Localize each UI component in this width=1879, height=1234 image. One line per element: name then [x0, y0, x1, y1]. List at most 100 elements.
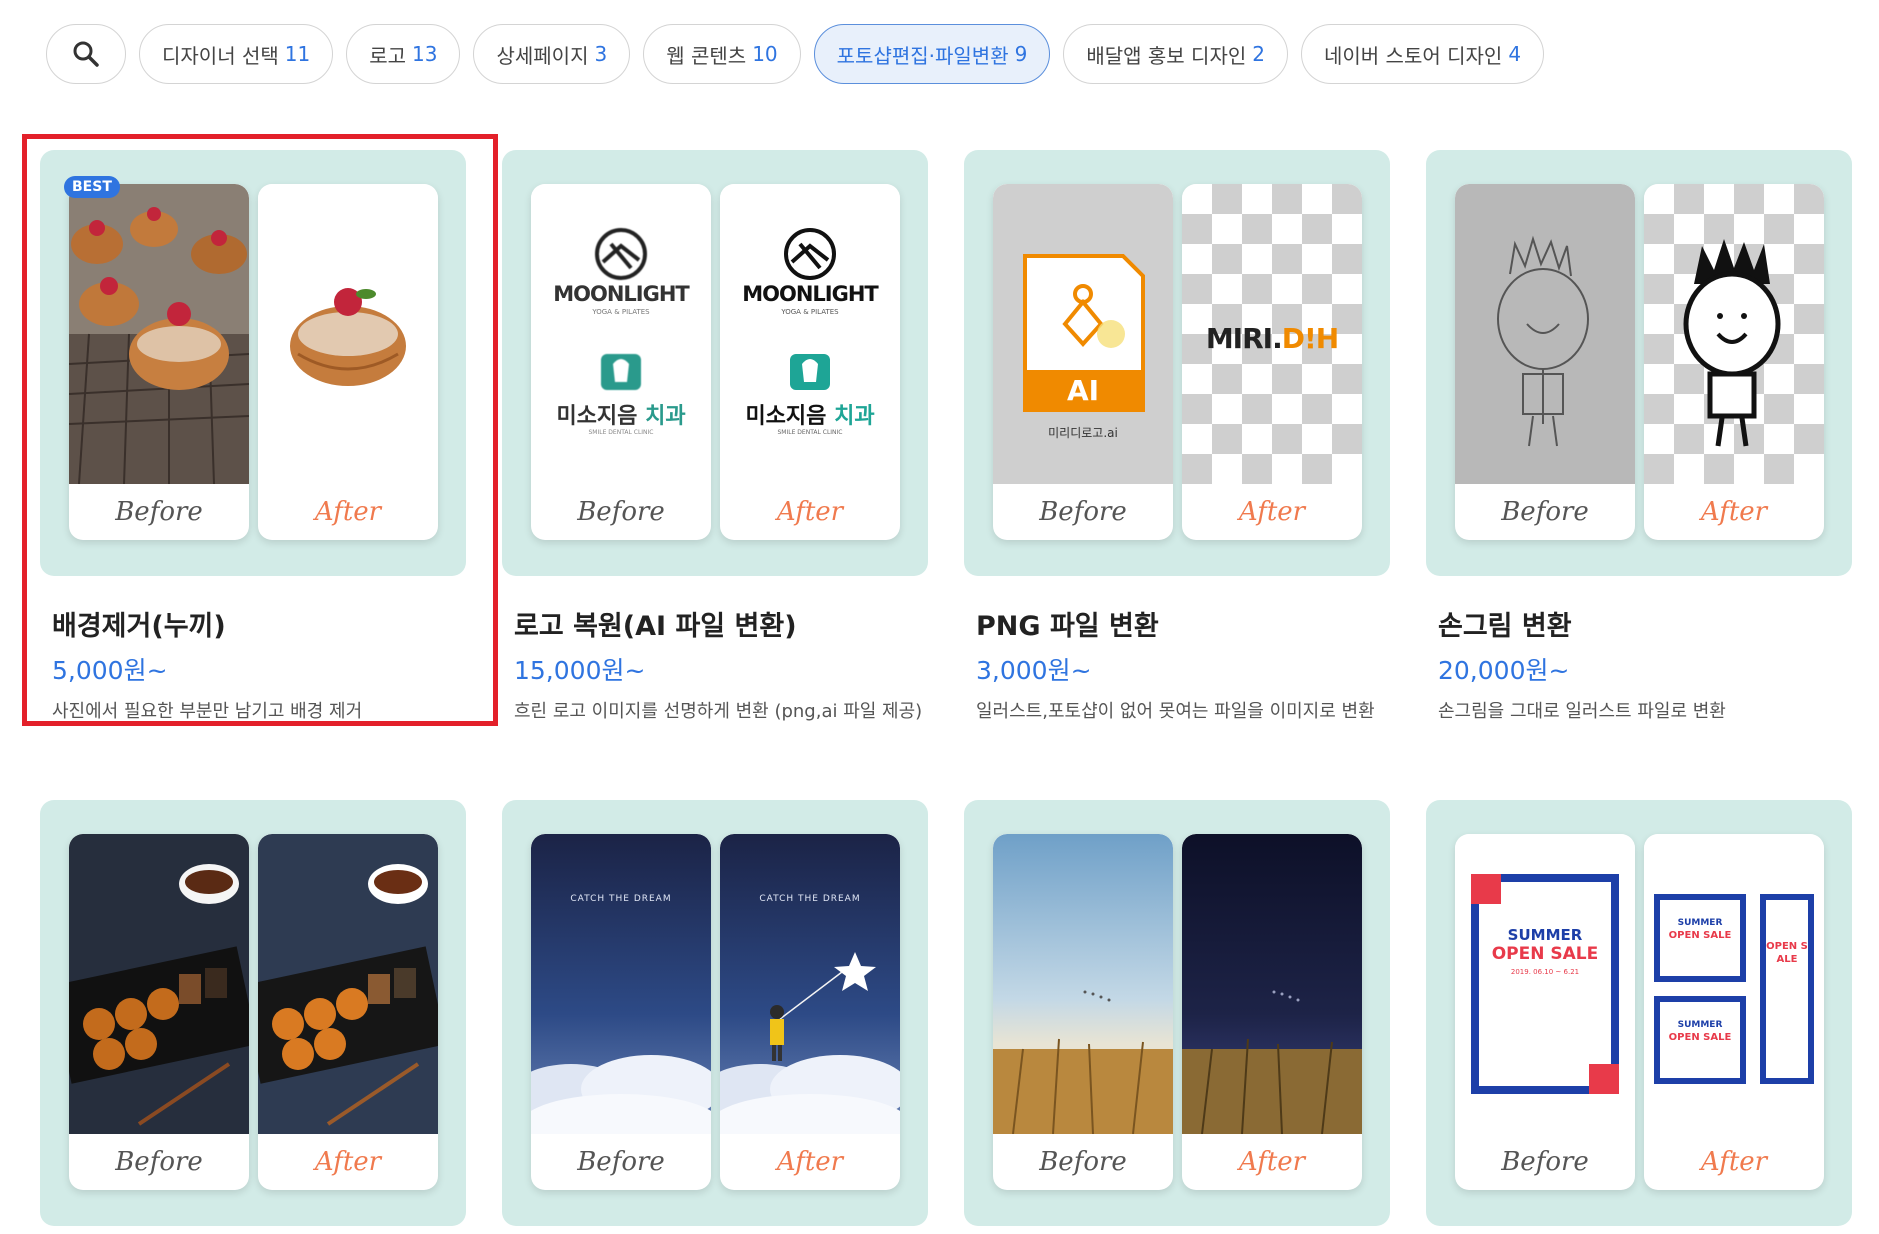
- after-panel: SUMMER OPEN SALE SUMMER OPEN SALE OPEN S…: [1644, 834, 1824, 1190]
- product-thumbnail: MOONLIGHT YOGA & PILATES 미소지음 치과 SMILE D…: [502, 150, 928, 576]
- after-label: After: [1238, 497, 1306, 527]
- after-label: After: [776, 1147, 844, 1177]
- product-price: 15,000원~: [514, 656, 646, 685]
- product-card-composite[interactable]: CATCH THE DREAM Before CATCH THE DREAM A…: [502, 800, 928, 1226]
- chip-count: 4: [1508, 42, 1522, 66]
- chip-count: 10: [752, 42, 778, 66]
- dental-logo-accent: 치과: [834, 404, 875, 429]
- product-card-png-convert[interactable]: AI 미리디로고.ai Before MIRI.D!H After PNG 파일…: [964, 150, 1390, 727]
- filter-chip-designer[interactable]: 디자이너 선택 11: [139, 24, 334, 84]
- miri-logo-name: MIRI.: [1205, 322, 1283, 355]
- poster-summer: SUMMER: [1507, 926, 1583, 944]
- after-panel: After: [1644, 184, 1824, 540]
- after-panel: After: [258, 834, 438, 1190]
- before-image: [69, 834, 249, 1134]
- dental-logo-name: 미소지음: [556, 404, 638, 429]
- before-panel: Before: [69, 834, 249, 1190]
- before-label: Before: [1039, 497, 1127, 527]
- dental-logo-text: 미소지음 치과: [531, 398, 711, 430]
- after-label: After: [314, 1147, 382, 1177]
- before-image: [993, 834, 1173, 1134]
- chip-label: 디자이너 선택: [162, 43, 279, 68]
- product-description: 일러스트,포토샵이 없어 못여는 파일을 이미지로 변환: [976, 701, 1375, 722]
- product-card-day-to-night[interactable]: Before After: [964, 800, 1390, 1226]
- category-filter-bar: 디자이너 선택 11 로고 13 상세페이지 3 웹 콘텐츠 10 포토샵편집·파일변환…: [46, 24, 1545, 84]
- dental-subtitle: SMILE DENTAL CLINIC: [777, 429, 843, 436]
- ai-file-label: AI: [1066, 374, 1100, 407]
- poster-frame: SUMMER OPEN SALE 2019. 06.10 ~ 6.21: [1471, 874, 1619, 1094]
- product-thumbnail: Before After: [1426, 150, 1852, 576]
- product-card-resize[interactable]: SUMMER OPEN SALE 2019. 06.10 ~ 6.21 Befo…: [1426, 800, 1852, 1226]
- product-description: 흐린 로고 이미지를 선명하게 변환 (png,ai 파일 제공): [514, 701, 923, 722]
- poster-corner: [1589, 1064, 1619, 1094]
- chip-label: 로고: [369, 43, 407, 68]
- chip-label: 네이버 스토어 디자인: [1324, 43, 1503, 68]
- after-panel: MOONLIGHT YOGA & PILATES 미소지음 치과 SMILE D…: [720, 184, 900, 540]
- chip-count: 3: [594, 42, 608, 66]
- filter-chip-web-content[interactable]: 웹 콘텐츠 10: [643, 24, 801, 84]
- chip-count: 13: [412, 42, 438, 66]
- search-button[interactable]: [46, 24, 126, 84]
- dental-logo-name: 미소지음: [745, 404, 827, 429]
- after-label: After: [1238, 1147, 1306, 1177]
- before-panel: Before: [1455, 184, 1635, 540]
- product-card-logo-restore[interactable]: MOONLIGHT YOGA & PILATES 미소지음 치과 SMILE D…: [502, 150, 928, 727]
- miri-logo-accent: D!H: [1281, 322, 1339, 355]
- chip-label: 상세페이지: [496, 43, 589, 68]
- before-image: CATCH THE DREAM: [531, 834, 711, 1134]
- chip-label: 포토샵편집·파일변환: [836, 43, 1009, 68]
- filter-chip-naver-store[interactable]: 네이버 스토어 디자인 4: [1301, 24, 1545, 84]
- before-label: Before: [577, 497, 665, 527]
- vector-drawing: [1683, 239, 1781, 447]
- best-badge: BEST: [64, 176, 120, 198]
- filter-chip-logo[interactable]: 로고 13: [346, 24, 461, 84]
- product-title: 손그림 변환: [1438, 611, 1572, 642]
- poster-date: 2019. 06.10 ~ 6.21: [1510, 968, 1580, 976]
- dental-subtitle: SMILE DENTAL CLINIC: [588, 429, 654, 436]
- filter-chip-delivery-app[interactable]: 배달앱 홍보 디자인 2: [1063, 24, 1288, 84]
- product-price: 20,000원~: [1438, 656, 1570, 685]
- poster-frame-wide-2: SUMMER OPEN SALE: [1654, 996, 1746, 1084]
- chip-label: 웹 콘텐츠: [666, 43, 747, 68]
- product-thumbnail: Before After: [964, 800, 1390, 1226]
- product-price: 3,000원~: [976, 656, 1092, 685]
- search-icon: [73, 41, 99, 67]
- after-image: [1644, 184, 1824, 484]
- poster-summer: SUMMER: [1677, 918, 1723, 928]
- product-thumbnail: AI 미리디로고.ai Before MIRI.D!H After: [964, 150, 1390, 576]
- poster-corner: [1471, 874, 1501, 904]
- filter-chip-detail-page[interactable]: 상세페이지 3: [473, 24, 631, 84]
- before-label: Before: [115, 1147, 203, 1177]
- product-thumbnail: CATCH THE DREAM Before CATCH THE DREAM A…: [502, 800, 928, 1226]
- poster-summer: SUMMER: [1677, 1020, 1723, 1030]
- product-title: PNG 파일 변환: [976, 611, 1159, 642]
- product-title: 로고 복원(AI 파일 변환): [514, 611, 797, 642]
- chip-count: 9: [1014, 42, 1028, 66]
- moonlight-subtitle: YOGA & PILATES: [781, 308, 839, 316]
- after-image: [258, 834, 438, 1134]
- poster-open-sale: OPEN SALE: [1668, 1032, 1732, 1043]
- before-panel: Before: [993, 834, 1173, 1190]
- before-image: MOONLIGHT YOGA & PILATES 미소지음 치과 SMILE D…: [531, 184, 711, 484]
- product-card-food-photo[interactable]: Before After: [40, 800, 466, 1226]
- filter-chip-photoshop[interactable]: 포토샵편집·파일변환 9: [813, 24, 1051, 84]
- chip-label: 배달앱 홍보 디자인: [1086, 43, 1247, 68]
- dental-logo-accent: 치과: [645, 404, 686, 429]
- product-description: 손그림을 그대로 일러스트 파일로 변환: [1438, 701, 1726, 722]
- ai-file-name: 미리디로고.ai: [1048, 426, 1118, 440]
- before-image: [1455, 184, 1635, 484]
- chip-count: 2: [1252, 42, 1265, 66]
- before-panel: MOONLIGHT YOGA & PILATES 미소지음 치과 SMILE D…: [531, 184, 711, 540]
- product-card-hand-drawing[interactable]: Before After 손그림 변환 20,000원~ 손그림을 그대로 일러…: [1426, 150, 1852, 727]
- after-panel: After: [1182, 834, 1362, 1190]
- poster-open-sale: OPEN SALE: [1491, 944, 1599, 964]
- sketch-drawing: [1497, 235, 1589, 447]
- dental-logo-text: 미소지음 치과: [720, 398, 900, 430]
- before-panel: AI 미리디로고.ai Before: [993, 184, 1173, 540]
- moonlight-subtitle: YOGA & PILATES: [592, 308, 650, 316]
- moonlight-logo-text: MOONLIGHT: [553, 282, 690, 306]
- chip-count: 11: [284, 42, 311, 66]
- before-label: Before: [1501, 1147, 1589, 1177]
- before-panel: CATCH THE DREAM Before: [531, 834, 711, 1190]
- after-panel: CATCH THE DREAM After: [720, 834, 900, 1190]
